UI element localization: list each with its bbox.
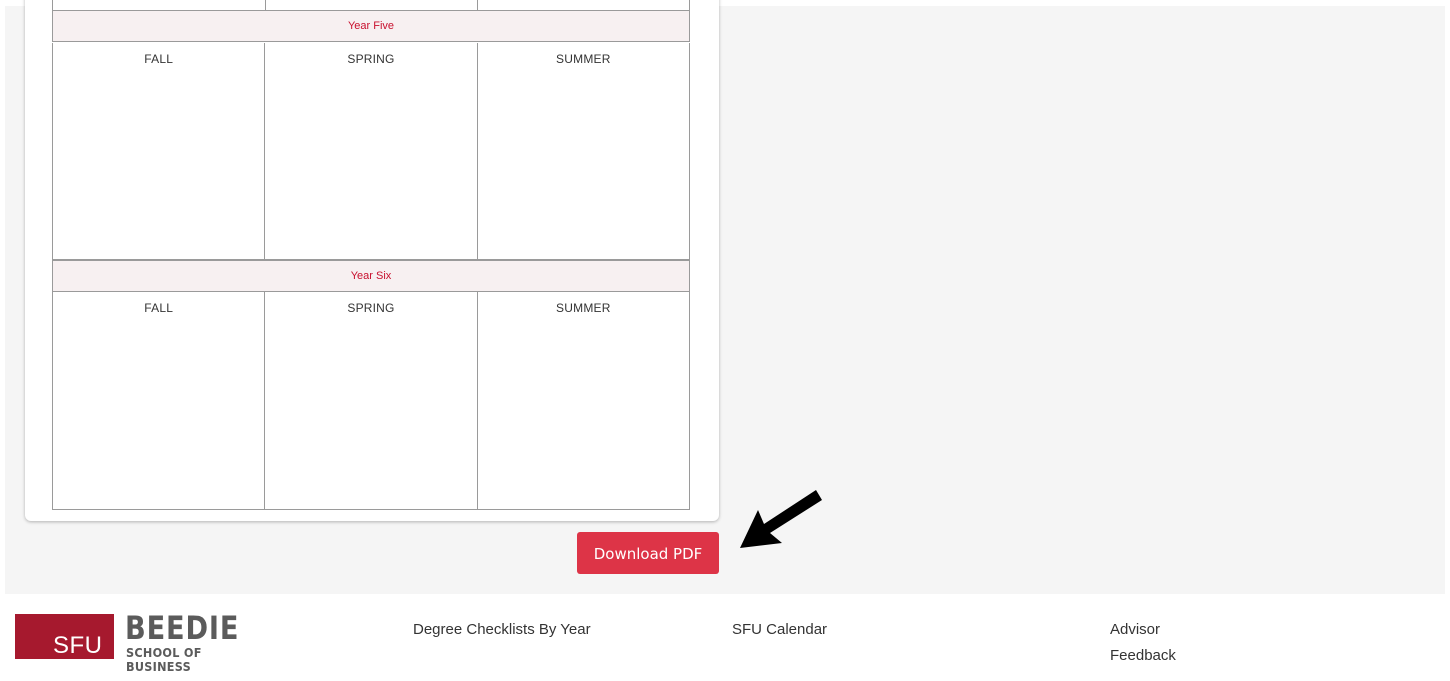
year-five-summer-cell[interactable]: SUMMER [478,43,690,259]
term-label: SUMMER [556,301,611,315]
year-five-fall-cell[interactable]: FALL [53,43,266,259]
column-divider [477,0,478,10]
year-five-spring-cell[interactable]: SPRING [265,43,478,259]
year-six-summer-cell[interactable]: SUMMER [478,292,690,509]
page: Year Five FALL SPRING SUMMER Year Six FA… [0,0,1450,681]
year-six-header: Year Six [52,260,690,292]
year-six-spring-cell[interactable]: SPRING [265,292,478,509]
download-pdf-button[interactable]: Download PDF [577,532,719,574]
column-divider [265,0,266,10]
degree-planner-grid: Year Five FALL SPRING SUMMER Year Six FA… [52,0,690,510]
term-label: SPRING [347,52,395,66]
year-five-header: Year Five [52,10,690,42]
arrow-pointer-icon [740,490,822,548]
term-label: SPRING [347,301,395,315]
degree-checklists-link[interactable]: Degree Checklists By Year [413,621,591,639]
logo-school-text: SCHOOL OF BUSINESS [126,645,202,674]
term-label: SUMMER [556,52,611,66]
logo-sfu-text: SFU [53,632,103,659]
logo-red-block: SFU [15,614,114,659]
advisor-link[interactable]: Advisor [1110,621,1160,639]
year-six-label: Year Six [350,270,392,282]
term-label: FALL [144,301,174,315]
logo-beedie-text: BEEDIE [125,609,240,647]
previous-year-row-bottom [52,0,690,10]
year-five-terms-row: FALL SPRING SUMMER [52,43,690,260]
year-six-fall-cell[interactable]: FALL [53,292,266,509]
sfu-calendar-link[interactable]: SFU Calendar [732,621,827,639]
term-label: FALL [144,52,174,66]
year-six-terms-row: FALL SPRING SUMMER [52,292,690,510]
year-five-label: Year Five [347,20,395,32]
feedback-link[interactable]: Feedback [1110,647,1176,665]
sfu-beedie-logo[interactable]: SFU BEEDIE SCHOOL OF BUSINESS [15,609,285,674]
site-footer: SFU BEEDIE SCHOOL OF BUSINESS Degree Che… [0,594,1450,681]
